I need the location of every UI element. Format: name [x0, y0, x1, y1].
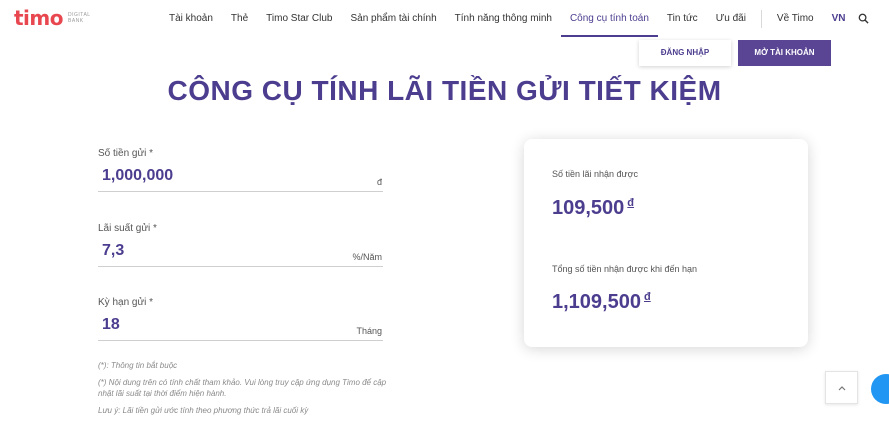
nav-item-financial-products[interactable]: Sản phẩm tài chính [341, 0, 445, 37]
login-button[interactable]: ĐĂNG NHẬP [639, 40, 731, 66]
term-input[interactable]: 18 Tháng [98, 314, 383, 341]
nav-item-star-club[interactable]: Timo Star Club [257, 0, 341, 37]
reference-note: (*) Nội dung trên có tính chất tham khảo… [98, 378, 387, 398]
nav-item-news[interactable]: Tin tức [658, 0, 707, 37]
result-card: Số tiền lãi nhận được 109,500 đ Tổng số t… [524, 139, 808, 347]
deposit-amount-label: Số tiền gửi * [98, 148, 154, 159]
top-header: timo DIGITAL BANK Tài khoản Thẻ Timo Sta… [0, 0, 889, 37]
currency-symbol: đ [627, 197, 635, 210]
required-note: (*): Thông tin bắt buộc [98, 361, 178, 370]
chat-support-button[interactable] [871, 374, 889, 404]
interest-received-value: 109,500 đ [552, 197, 634, 220]
term-field: Kỳ hạn gửi * 18 Tháng [98, 297, 383, 341]
deposit-amount-input[interactable]: 1,000,000 đ [98, 165, 383, 192]
nav-item-accounts[interactable]: Tài khoản [160, 0, 222, 37]
nav-item-cards[interactable]: Thẻ [222, 0, 257, 37]
term-unit: Tháng [356, 326, 382, 336]
nav-item-about[interactable]: Về Timo [768, 0, 823, 37]
search-icon[interactable] [857, 12, 871, 26]
interest-rate-label: Lãi suất gửi * [98, 223, 157, 234]
open-account-button[interactable]: MỞ TÀI KHOẢN [738, 40, 831, 66]
nav-item-smart-features[interactable]: Tính năng thông minh [446, 0, 561, 37]
interest-rate-unit: %/Năm [352, 252, 382, 262]
main-nav: Tài khoản Thẻ Timo Star Club Sản phẩm tà… [160, 0, 871, 37]
total-amount: 1,109,500 [552, 291, 641, 313]
deposit-amount-value[interactable]: 1,000,000 [102, 167, 173, 185]
interest-rate-input[interactable]: 7,3 %/Năm [98, 240, 383, 267]
term-value[interactable]: 18 [102, 316, 120, 334]
deposit-amount-field: Số tiền gửi * 1,000,000 đ [98, 148, 383, 192]
disclaimer-notes: (*): Thông tin bắt buộc (*) Nội dung trê… [98, 360, 388, 422]
page-title: CÔNG CỤ TÍNH LÃI TIỀN GỬI TIẾT KIỆM [167, 75, 722, 106]
logo-subtitle: DIGITAL BANK [68, 12, 91, 24]
total-received-value: 1,109,500 đ [552, 291, 651, 314]
logo-wordmark: timo [14, 6, 64, 30]
interest-rate-field: Lãi suất gửi * 7,3 %/Năm [98, 223, 383, 267]
nav-divider [760, 9, 762, 28]
scroll-to-top-button[interactable] [825, 371, 858, 404]
timo-logo[interactable]: timo DIGITAL BANK [14, 8, 96, 28]
total-received-label: Tổng số tiền nhận được khi đến hạn [552, 264, 698, 274]
currency-symbol: đ [643, 291, 651, 304]
interest-rate-value[interactable]: 7,3 [102, 242, 124, 260]
interest-method-note: Lưu ý: Lãi tiền gửi ước tính theo phương… [98, 406, 309, 415]
nav-item-promotions[interactable]: Ưu đãi [707, 0, 755, 37]
deposit-amount-unit: đ [376, 177, 382, 187]
interest-received-label: Số tiền lãi nhận được [552, 169, 638, 179]
term-label: Kỳ hạn gửi * [98, 297, 154, 308]
chevron-up-icon [838, 385, 845, 390]
language-switch[interactable]: VN [823, 13, 855, 24]
interest-amount: 109,500 [552, 197, 625, 219]
nav-item-calculators[interactable]: Công cụ tính toán [560, 0, 658, 37]
